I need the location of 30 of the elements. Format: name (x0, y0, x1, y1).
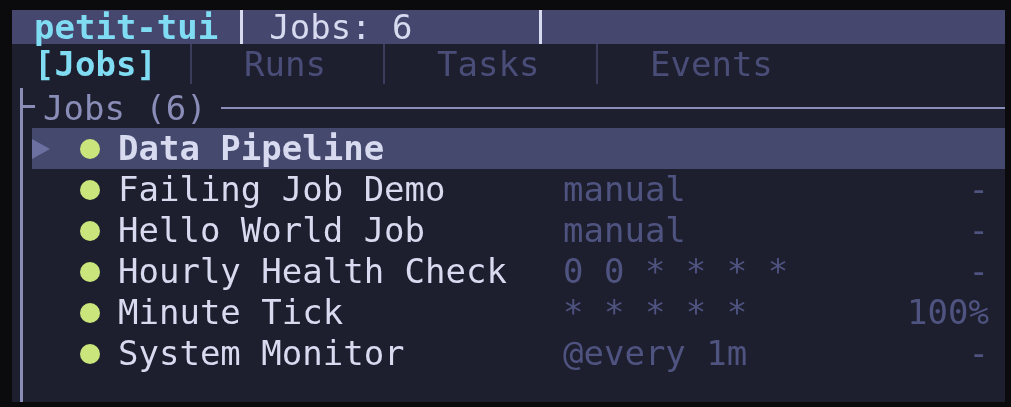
job-progress: - (968, 333, 989, 374)
job-progress: - (968, 251, 989, 292)
job-schedule: 0 0 * * * * (563, 251, 790, 292)
job-row[interactable]: Data Pipeline (32, 128, 1005, 169)
status-dot-icon (80, 343, 100, 364)
job-name: Failing Job Demo (118, 169, 447, 210)
job-name: Hourly Health Check (118, 251, 508, 292)
status-dot-icon (80, 220, 100, 241)
job-row[interactable]: Hourly Health Check 0 0 * * * * - (32, 251, 1005, 292)
job-name: Hello World Job (118, 210, 427, 251)
job-name: System Monitor (118, 333, 406, 374)
status-dot-icon (80, 302, 100, 323)
job-row[interactable]: Failing Job Demo manual - (32, 169, 1005, 210)
job-schedule: @every 1m (563, 333, 749, 374)
selection-arrow-icon (32, 138, 50, 159)
job-schedule: manual (563, 169, 687, 210)
status-dot-icon (80, 261, 100, 282)
job-row[interactable]: System Monitor @every 1m - (32, 333, 1005, 374)
job-row[interactable]: Minute Tick * * * * * 100% (32, 292, 1005, 333)
job-name: Minute Tick (118, 292, 345, 333)
job-progress: - (968, 169, 989, 210)
job-row[interactable]: Hello World Job manual - (32, 210, 1005, 251)
panel-title: Jobs (6) (42, 88, 208, 128)
job-progress: 100% (907, 292, 989, 333)
job-schedule: manual (563, 210, 687, 251)
job-name: Data Pipeline (118, 128, 386, 169)
status-dot-icon (80, 179, 100, 200)
job-schedule: * * * * * (563, 292, 749, 333)
status-dot-icon (80, 138, 100, 159)
job-progress: - (968, 210, 989, 251)
